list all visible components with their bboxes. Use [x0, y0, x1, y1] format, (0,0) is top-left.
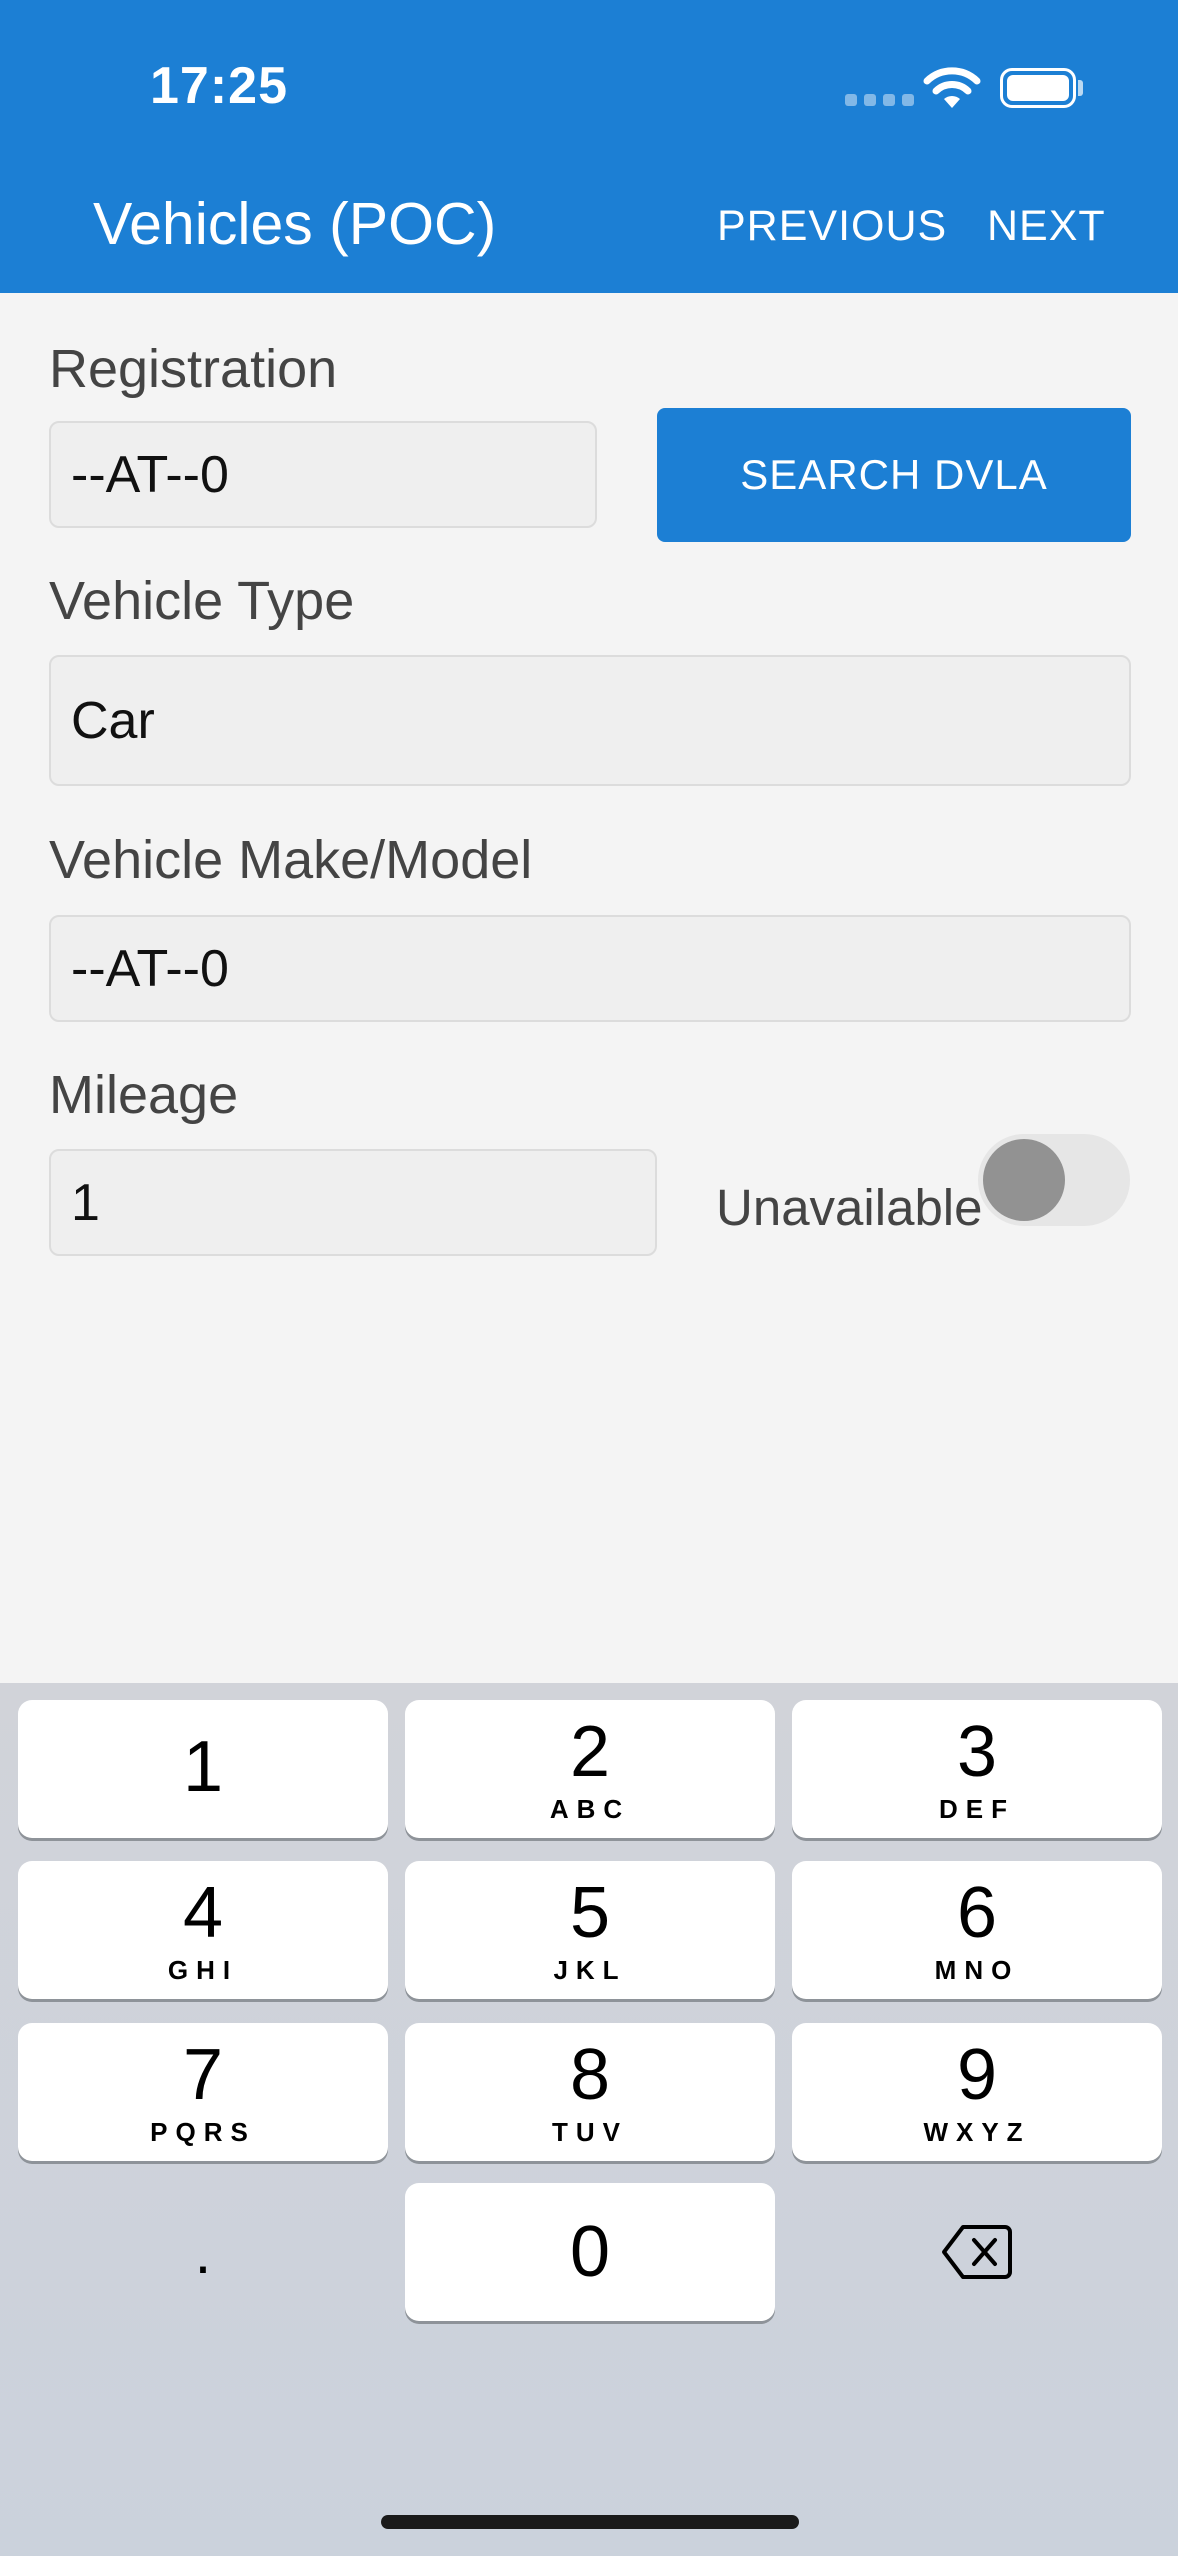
key-delete[interactable]: [792, 2183, 1162, 2321]
make-model-label: Vehicle Make/Model: [49, 830, 533, 890]
numeric-keypad: 1 2 ABC 3 DEF 4 GHI 5 JKL 6 MNO 7 PQRS 8 TUV 9W…: [0, 1683, 1178, 2556]
key-2[interactable]: 2 ABC: [405, 1700, 775, 1838]
registration-input[interactable]: --AT--0: [49, 421, 597, 528]
vehicle-type-field[interactable]: Car: [49, 655, 1131, 786]
backspace-icon: [942, 2225, 1012, 2279]
mileage-label: Mileage: [49, 1065, 239, 1125]
page-title: Vehicles (POC): [93, 191, 497, 257]
battery-icon: [1000, 68, 1076, 108]
cellular-signal-icon: [845, 94, 914, 106]
make-model-input[interactable]: --AT--0: [49, 915, 1131, 1022]
wifi-icon: [923, 67, 981, 108]
key-0[interactable]: 0: [405, 2183, 775, 2321]
toggle-knob: [983, 1139, 1065, 1221]
app-bar: 17:25 Vehicles (POC) PREVIOUS NEXT: [0, 0, 1178, 293]
next-button[interactable]: NEXT: [987, 202, 1106, 251]
vehicle-type-label: Vehicle Type: [49, 571, 355, 631]
key-7[interactable]: 7 PQRS: [18, 2023, 388, 2161]
key-8[interactable]: 8 TUV: [405, 2023, 775, 2161]
mileage-input[interactable]: 1: [49, 1149, 657, 1256]
registration-label: Registration: [49, 339, 338, 399]
previous-button[interactable]: PREVIOUS: [717, 202, 947, 251]
key-1[interactable]: 1: [18, 1700, 388, 1838]
key-5[interactable]: 5 JKL: [405, 1861, 775, 1999]
status-time: 17:25: [150, 57, 288, 115]
key-6[interactable]: 6 MNO: [792, 1861, 1162, 1999]
key-4[interactable]: 4 GHI: [18, 1861, 388, 1999]
search-dvla-button[interactable]: SEARCH DVLA: [657, 408, 1131, 542]
key-3[interactable]: 3 DEF: [792, 1700, 1162, 1838]
home-indicator[interactable]: [381, 2515, 799, 2529]
unavailable-toggle[interactable]: [978, 1134, 1130, 1226]
unavailable-label: Unavailable: [716, 1179, 983, 1236]
key-9[interactable]: 9 WXYZ: [792, 2023, 1162, 2161]
key-decimal[interactable]: .: [18, 2183, 388, 2321]
